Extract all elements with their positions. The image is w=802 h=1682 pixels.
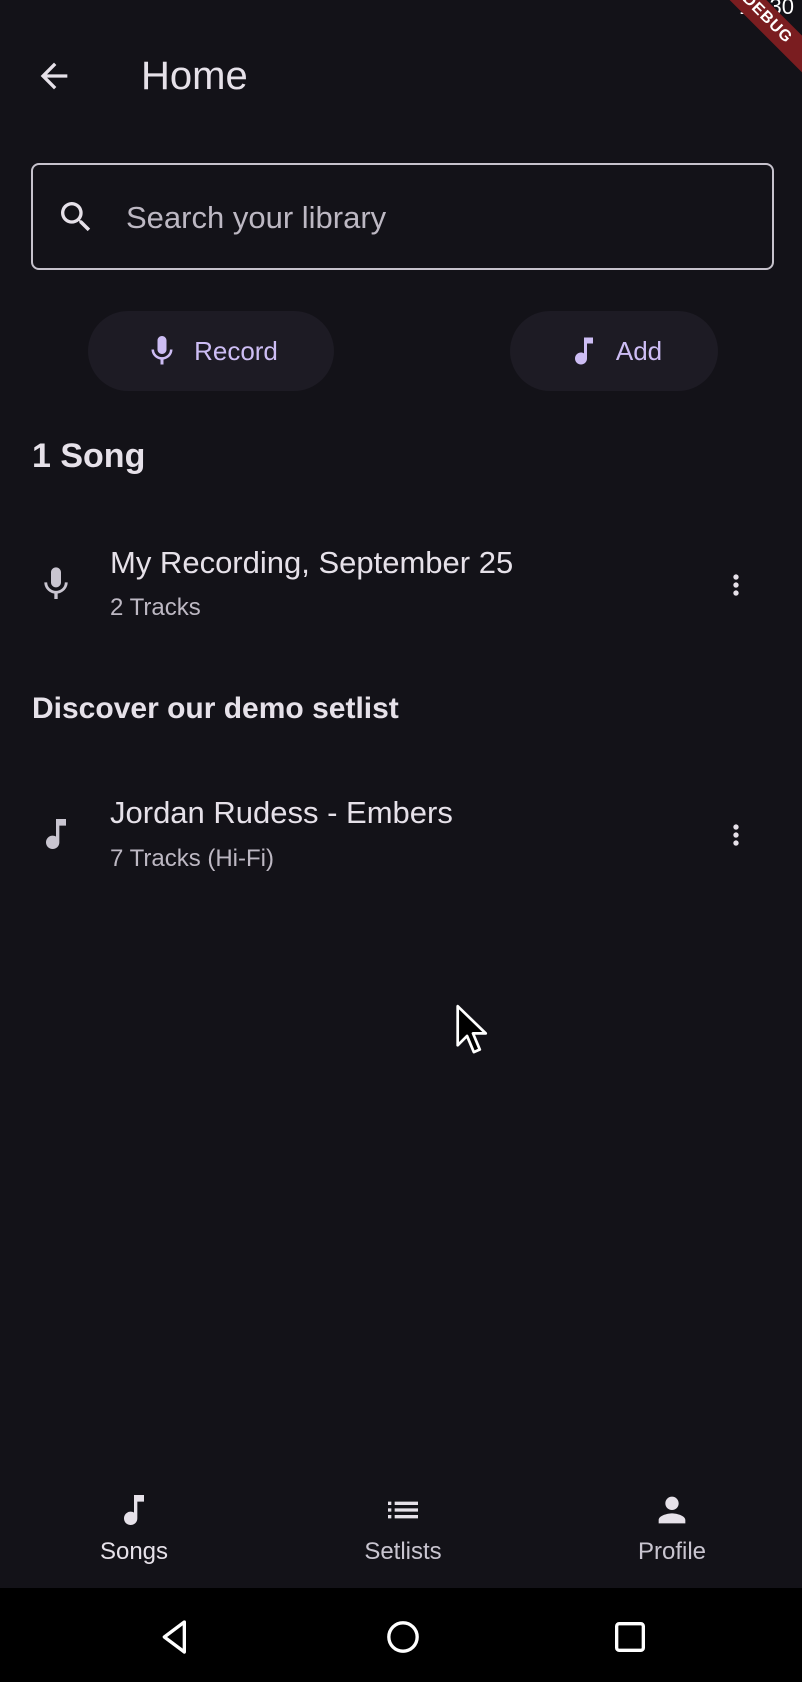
setlist-subtitle: 7 Tracks (Hi-Fi) [110, 845, 274, 872]
mic-icon [44, 567, 68, 599]
nav-profile-label: Profile [637, 1538, 707, 1565]
system-back-button[interactable] [151, 1612, 201, 1662]
song-count-heading: 1 Song [32, 437, 146, 475]
music-note-icon [124, 1495, 144, 1525]
page-title: Home [141, 54, 248, 98]
more-vert-icon [733, 824, 739, 846]
circle-home-icon [387, 1621, 419, 1653]
record-button[interactable]: Record [88, 311, 334, 391]
song-title: My Recording, September 25 [110, 545, 514, 580]
search-icon [61, 202, 91, 232]
more-options-button[interactable] [716, 805, 756, 865]
arrow-left-icon [40, 62, 68, 90]
system-home-button[interactable] [378, 1612, 428, 1662]
person-icon [658, 1496, 686, 1524]
mouse-pointer-icon [456, 1004, 488, 1054]
triangle-back-icon [162, 1620, 186, 1654]
music-note-icon [46, 819, 66, 849]
square-recents-icon [615, 1622, 645, 1652]
system-recents-button[interactable] [605, 1612, 655, 1662]
song-subtitle: 2 Tracks [110, 594, 201, 621]
nav-setlists-label: Setlists [364, 1538, 442, 1565]
more-options-button[interactable] [716, 555, 756, 615]
discover-heading: Discover our demo setlist [32, 692, 399, 725]
mic-icon [151, 336, 173, 365]
add-button[interactable]: Add [510, 311, 718, 391]
nav-songs-label: Songs [99, 1538, 169, 1565]
nav-profile[interactable]: Profile [572, 1490, 772, 1580]
search-input[interactable] [124, 190, 748, 246]
setlist-title: Jordan Rudess - Embers [110, 795, 453, 830]
back-button[interactable] [30, 52, 78, 100]
music-note-icon [574, 337, 593, 365]
list-icon [388, 1501, 418, 1519]
nav-setlists[interactable]: Setlists [303, 1490, 503, 1580]
record-label: Record [194, 335, 278, 366]
status-bar [0, 0, 802, 22]
add-label: Add [615, 335, 663, 366]
nav-songs[interactable]: Songs [34, 1490, 234, 1580]
more-vert-icon [733, 574, 739, 596]
